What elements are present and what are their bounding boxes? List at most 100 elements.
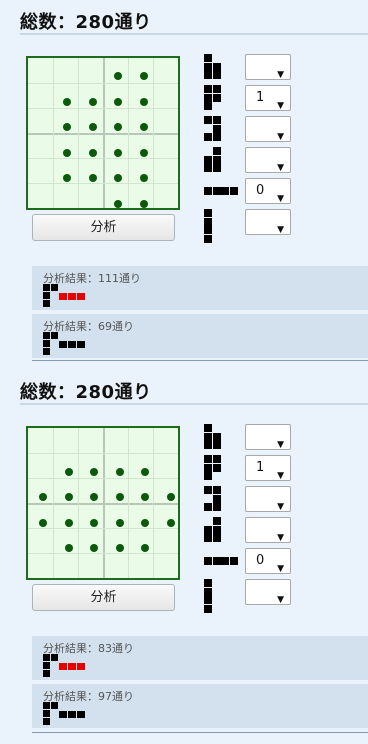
board-grid-line	[78, 428, 79, 578]
piece-cell	[204, 85, 212, 93]
board-dot[interactable]	[90, 544, 98, 552]
board-dot[interactable]	[141, 467, 149, 476]
piece-count-select[interactable]: ▼	[245, 579, 291, 605]
piece-count-select[interactable]: ▼	[245, 147, 291, 173]
piece-cell	[204, 209, 212, 217]
board-dot[interactable]	[166, 518, 175, 527]
dropdown-arrow-icon: ▼	[277, 132, 284, 142]
result-box: 分析結果：69通り	[32, 314, 368, 358]
piece-cell	[204, 133, 212, 141]
result-piece-cell	[43, 284, 50, 291]
piece-cell	[212, 124, 221, 133]
board-dot[interactable]	[115, 467, 124, 476]
piece-cell	[204, 54, 212, 62]
board-dot[interactable]	[64, 493, 73, 501]
piece-cell	[204, 71, 212, 79]
result-piece-cell	[51, 332, 58, 339]
piece-count-select[interactable]: 1 ▼	[245, 455, 291, 481]
result-piece-cell	[43, 718, 50, 725]
board-dot[interactable]	[90, 493, 98, 501]
result-piece-cell	[43, 662, 50, 669]
piece-cell	[221, 557, 229, 565]
piece-count-select[interactable]: ▼	[245, 486, 291, 512]
dot-board[interactable]	[26, 56, 180, 210]
board-dot[interactable]	[63, 97, 71, 106]
board-dot[interactable]	[88, 97, 97, 106]
result-bar-cell	[68, 341, 76, 348]
total-count-title: 総数：280通り	[20, 382, 152, 403]
piece-cell	[212, 525, 221, 534]
result-bar-cell	[59, 341, 67, 348]
piece-cell	[204, 604, 212, 613]
board-dot[interactable]	[139, 97, 148, 106]
piece-cell	[204, 155, 212, 164]
board-dot[interactable]	[114, 123, 122, 131]
board-dot[interactable]	[139, 148, 148, 157]
board-dot[interactable]	[88, 174, 97, 182]
board-grid-line	[28, 158, 178, 159]
board-dot[interactable]	[64, 544, 73, 552]
piece-cell	[212, 155, 221, 164]
result-bar-cell	[77, 711, 85, 718]
board-dot[interactable]	[88, 148, 97, 157]
board-dot[interactable]	[141, 493, 149, 501]
board-dot[interactable]	[166, 493, 175, 501]
piece-count-select[interactable]: 0 ▼	[245, 178, 291, 204]
result-bar-cell	[77, 341, 85, 348]
board-dot[interactable]	[115, 518, 124, 527]
piece-count-select[interactable]: ▼	[245, 116, 291, 142]
result-bar-cell	[77, 293, 85, 300]
result-piece-cell	[43, 332, 50, 339]
dropdown-arrow-icon: ▼	[277, 440, 284, 450]
board-dot[interactable]	[90, 467, 98, 476]
board-dot[interactable]	[139, 199, 148, 208]
result-piece-cell	[43, 300, 50, 307]
result-bar-cell	[77, 663, 85, 670]
piece-count-select[interactable]: ▼	[245, 209, 291, 235]
board-dot[interactable]	[114, 72, 122, 80]
piece-cell	[204, 226, 212, 234]
board-dot[interactable]	[63, 148, 71, 157]
board-dot[interactable]	[114, 199, 122, 208]
board-dot[interactable]	[88, 123, 97, 131]
piece-count-select[interactable]: 1 ▼	[245, 85, 291, 111]
board-dot[interactable]	[39, 518, 47, 527]
board-grid-line	[28, 453, 178, 454]
board-dot[interactable]	[114, 148, 122, 157]
board-dot[interactable]	[141, 544, 149, 552]
board-dot[interactable]	[114, 174, 122, 182]
board-dot[interactable]	[139, 174, 148, 182]
board-dot[interactable]	[114, 97, 122, 106]
piece-count-select[interactable]: ▼	[245, 517, 291, 543]
board-dot[interactable]	[63, 123, 71, 131]
piece-cell	[212, 441, 221, 449]
board-dot[interactable]	[115, 544, 124, 552]
piece-cell	[204, 579, 212, 587]
board-grid-line	[28, 183, 178, 184]
board-dot[interactable]	[141, 518, 149, 527]
board-dot[interactable]	[64, 518, 73, 527]
board-dot[interactable]	[39, 493, 47, 501]
analyze-button[interactable]: 分析	[32, 214, 175, 241]
piece-cell	[204, 164, 212, 172]
board-dot[interactable]	[115, 493, 124, 501]
board-grid-line	[53, 58, 54, 208]
board-dot[interactable]	[139, 72, 148, 80]
board-dot[interactable]	[63, 174, 71, 182]
piece-count-select[interactable]: ▼	[245, 424, 291, 450]
piece-cell	[204, 234, 212, 243]
piece-count-select[interactable]: ▼	[245, 54, 291, 80]
board-dot[interactable]	[64, 467, 73, 476]
result-bar-cell	[59, 711, 67, 718]
analyze-button[interactable]: 分析	[32, 584, 175, 611]
piece-count-select[interactable]: 0 ▼	[245, 548, 291, 574]
title-divider	[20, 33, 368, 35]
board-grid-line	[28, 83, 178, 84]
board-dot[interactable]	[139, 123, 148, 131]
board-center-line-h	[28, 133, 178, 135]
dot-board[interactable]	[26, 426, 180, 580]
piece-cell	[204, 534, 212, 542]
board-grid-line	[153, 58, 154, 208]
result-piece-cell	[43, 348, 50, 355]
board-dot[interactable]	[90, 518, 98, 527]
